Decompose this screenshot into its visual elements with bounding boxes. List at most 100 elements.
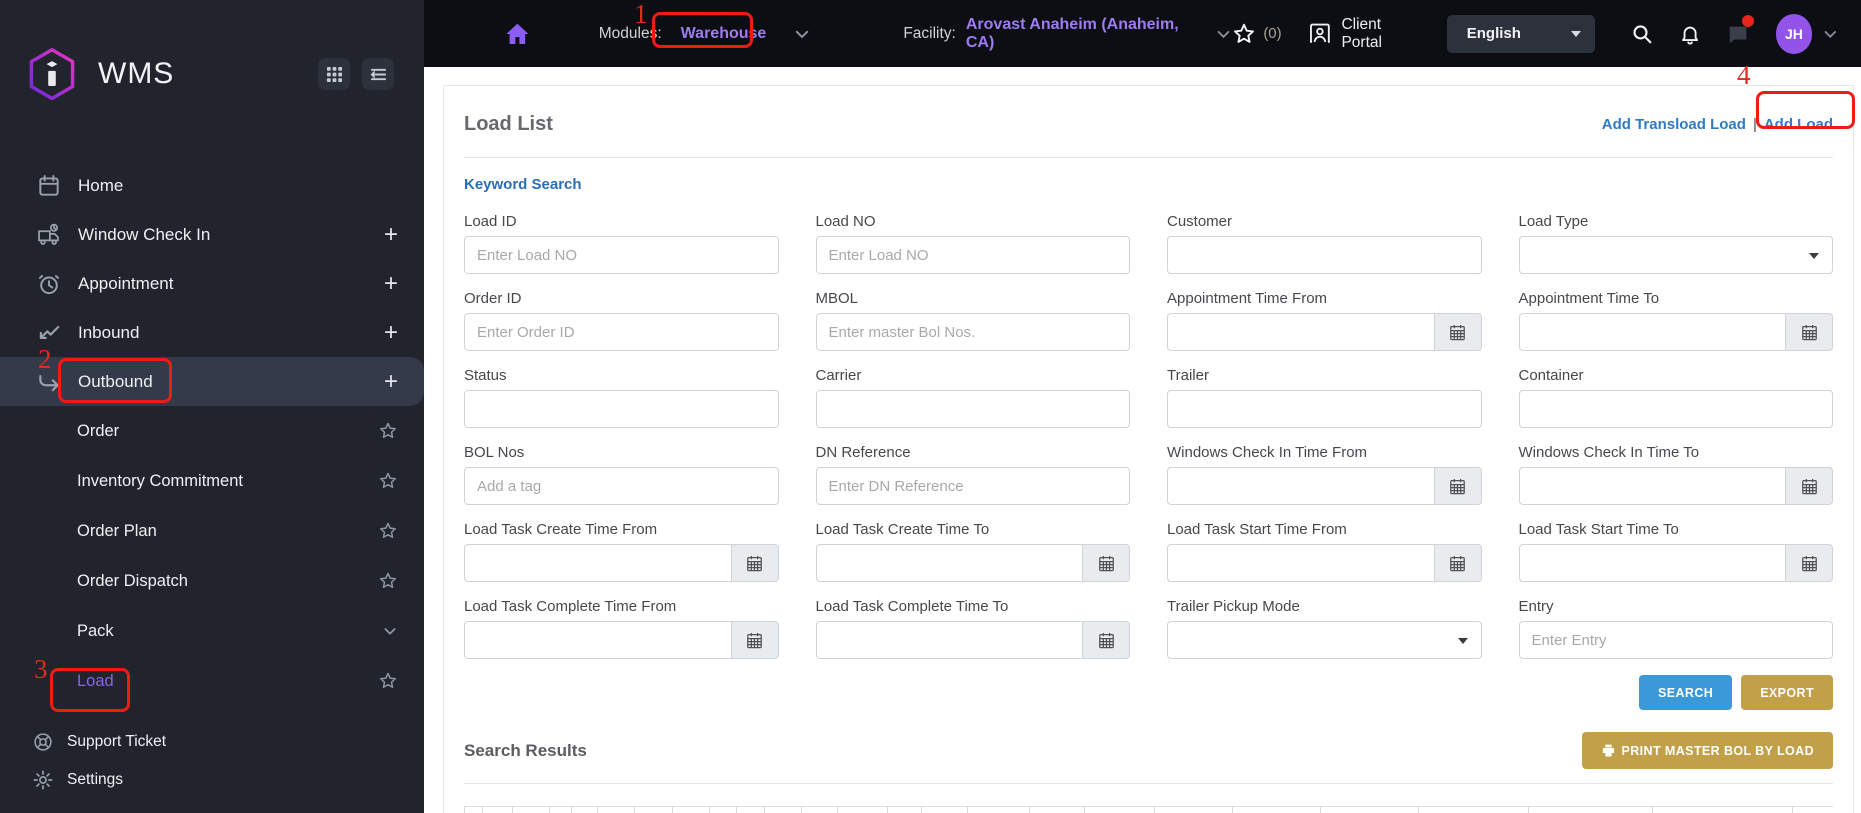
- module-selector[interactable]: Warehouse: [671, 21, 777, 47]
- calendar-picker-icon[interactable]: [1785, 467, 1833, 505]
- main-content: Load List Add Transload Load | Add Load …: [424, 67, 1861, 813]
- sidebar-item-appointment[interactable]: Appointment +: [0, 259, 424, 308]
- apps-grid-button[interactable]: [318, 58, 350, 90]
- dn-reference-input[interactable]: [815, 467, 1130, 505]
- client-portal-button[interactable]: Client Portal: [1308, 16, 1419, 52]
- language-select[interactable]: English: [1446, 14, 1596, 53]
- wms-logo-icon: [26, 47, 78, 101]
- bol-nos-input[interactable]: [464, 467, 779, 505]
- calendar-picker-icon[interactable]: [1785, 313, 1833, 351]
- keyword-search-toggle[interactable]: Keyword Search: [464, 176, 1833, 193]
- expand-plus-icon[interactable]: +: [384, 222, 398, 247]
- field-load-task-complete-time-to: Load Task Complete Time To: [815, 598, 1130, 659]
- order-id-input[interactable]: [464, 313, 779, 351]
- add-load-link[interactable]: Add Load: [1764, 116, 1833, 133]
- field-dn-reference: DN Reference: [815, 444, 1130, 505]
- load-task-start-time-to-input[interactable]: [1518, 544, 1785, 582]
- sidebar-item-load[interactable]: Load: [0, 656, 424, 706]
- sidebar-item-inventory-commitment[interactable]: Inventory Commitment: [0, 456, 424, 506]
- field-windows-check-in-time-to: Windows Check In Time To: [1518, 444, 1833, 505]
- calendar-picker-icon[interactable]: [730, 544, 779, 582]
- field-container: Container: [1518, 367, 1833, 428]
- calendar-picker-icon[interactable]: [1082, 621, 1130, 659]
- favorite-star-icon[interactable]: [378, 521, 398, 541]
- messages-icon[interactable]: [1727, 14, 1754, 46]
- calendar-picker-icon[interactable]: [1433, 544, 1482, 582]
- load-task-create-time-to-input[interactable]: [815, 544, 1082, 582]
- appointment-time-to-input[interactable]: [1518, 313, 1785, 351]
- collapse-chevron-down-icon[interactable]: [382, 623, 398, 639]
- field-load-task-start-time-to: Load Task Start Time To: [1518, 521, 1833, 582]
- entry-input[interactable]: [1518, 621, 1833, 659]
- expand-plus-icon[interactable]: +: [384, 320, 398, 345]
- sidebar-item-window-check-in[interactable]: Window Check In +: [0, 210, 424, 259]
- table-header-cell: [968, 807, 1030, 813]
- windows-check-in-time-from-input[interactable]: [1167, 467, 1434, 505]
- sidebar-item-order-plan[interactable]: Order Plan: [0, 506, 424, 556]
- load-id-input[interactable]: [464, 236, 779, 274]
- headset-icon: [32, 731, 54, 753]
- module-chevron-down-icon[interactable]: [793, 25, 811, 43]
- search-icon[interactable]: [1631, 22, 1653, 46]
- print-master-bol-button[interactable]: PRINT MASTER BOL BY LOAD: [1581, 732, 1833, 769]
- sidebar-item-settings[interactable]: Settings: [0, 761, 424, 799]
- load-type-select[interactable]: [1518, 236, 1833, 274]
- nav-footer-gap: [0, 706, 424, 723]
- favorite-star-icon[interactable]: [378, 471, 398, 491]
- user-avatar[interactable]: JH: [1775, 13, 1813, 54]
- carrier-input[interactable]: [815, 390, 1130, 428]
- notifications-bell-icon[interactable]: [1679, 22, 1701, 46]
- gear-icon: [32, 769, 54, 791]
- facility-chevron-down-icon[interactable]: [1215, 25, 1232, 43]
- status-input[interactable]: [464, 390, 779, 428]
- calendar-picker-icon[interactable]: [1433, 467, 1482, 505]
- field-label: Load Task Start Time To: [1518, 521, 1679, 538]
- export-button[interactable]: EXPORT: [1741, 675, 1833, 710]
- windows-check-in-time-to-input[interactable]: [1518, 467, 1785, 505]
- calendar-picker-icon[interactable]: [1785, 544, 1833, 582]
- calendar-picker-icon[interactable]: [1433, 313, 1482, 351]
- appointment-time-from-input[interactable]: [1167, 313, 1434, 351]
- sidebar-item-label: Home: [78, 175, 124, 195]
- load-no-input[interactable]: [815, 236, 1130, 274]
- sidebar-item-order-dispatch[interactable]: Order Dispatch: [0, 556, 424, 606]
- sidebar-item-home[interactable]: Home: [0, 161, 424, 210]
- load-task-create-time-from-input[interactable]: [464, 544, 731, 582]
- table-header-cell: [888, 807, 922, 813]
- calendar-picker-icon[interactable]: [1082, 544, 1130, 582]
- sidebar-item-support-ticket[interactable]: Support Ticket: [0, 723, 424, 761]
- trailer-pickup-mode-select[interactable]: [1167, 621, 1482, 659]
- load-task-start-time-from-input[interactable]: [1167, 544, 1434, 582]
- trailer-input[interactable]: [1167, 390, 1482, 428]
- sidebar-collapse-button[interactable]: [362, 58, 394, 90]
- results-table-header: [464, 806, 1833, 813]
- customer-input[interactable]: [1167, 236, 1482, 274]
- right-column: Modules: Warehouse Facility: Arovast Ana…: [424, 0, 1861, 813]
- expand-plus-icon[interactable]: +: [384, 369, 398, 394]
- sidebar-item-label: Order: [77, 421, 120, 440]
- favorite-star-icon[interactable]: [378, 671, 398, 691]
- field-load-type: Load Type: [1518, 213, 1833, 274]
- sidebar-item-outbound[interactable]: Outbound +: [0, 357, 424, 406]
- user-menu-chevron-down-icon[interactable]: [1822, 25, 1839, 43]
- expand-plus-icon[interactable]: +: [384, 271, 398, 296]
- add-transload-load-link[interactable]: Add Transload Load: [1602, 116, 1746, 133]
- search-button[interactable]: SEARCH: [1639, 675, 1733, 710]
- favorite-star-icon[interactable]: [378, 571, 398, 591]
- favorite-star-icon[interactable]: [378, 421, 398, 441]
- favorites-star-icon[interactable]: [1232, 22, 1256, 46]
- table-header-cell: [1155, 807, 1233, 813]
- container-input[interactable]: [1518, 390, 1833, 428]
- field-label: Appointment Time To: [1518, 290, 1660, 307]
- calendar-picker-icon[interactable]: [730, 621, 779, 659]
- sidebar-item-inbound[interactable]: Inbound +: [0, 308, 424, 357]
- sidebar-item-order[interactable]: Order: [0, 406, 424, 456]
- load-task-complete-time-from-input[interactable]: [464, 621, 731, 659]
- home-icon[interactable]: [504, 20, 531, 48]
- mbol-input[interactable]: [815, 313, 1130, 351]
- load-task-complete-time-to-input[interactable]: [815, 621, 1082, 659]
- sidebar-item-pack[interactable]: Pack: [0, 606, 424, 656]
- client-portal-icon: [1308, 21, 1332, 47]
- facility-selector[interactable]: Arovast Anaheim (Anaheim, CA): [966, 16, 1197, 52]
- brand-name: WMS: [98, 57, 175, 90]
